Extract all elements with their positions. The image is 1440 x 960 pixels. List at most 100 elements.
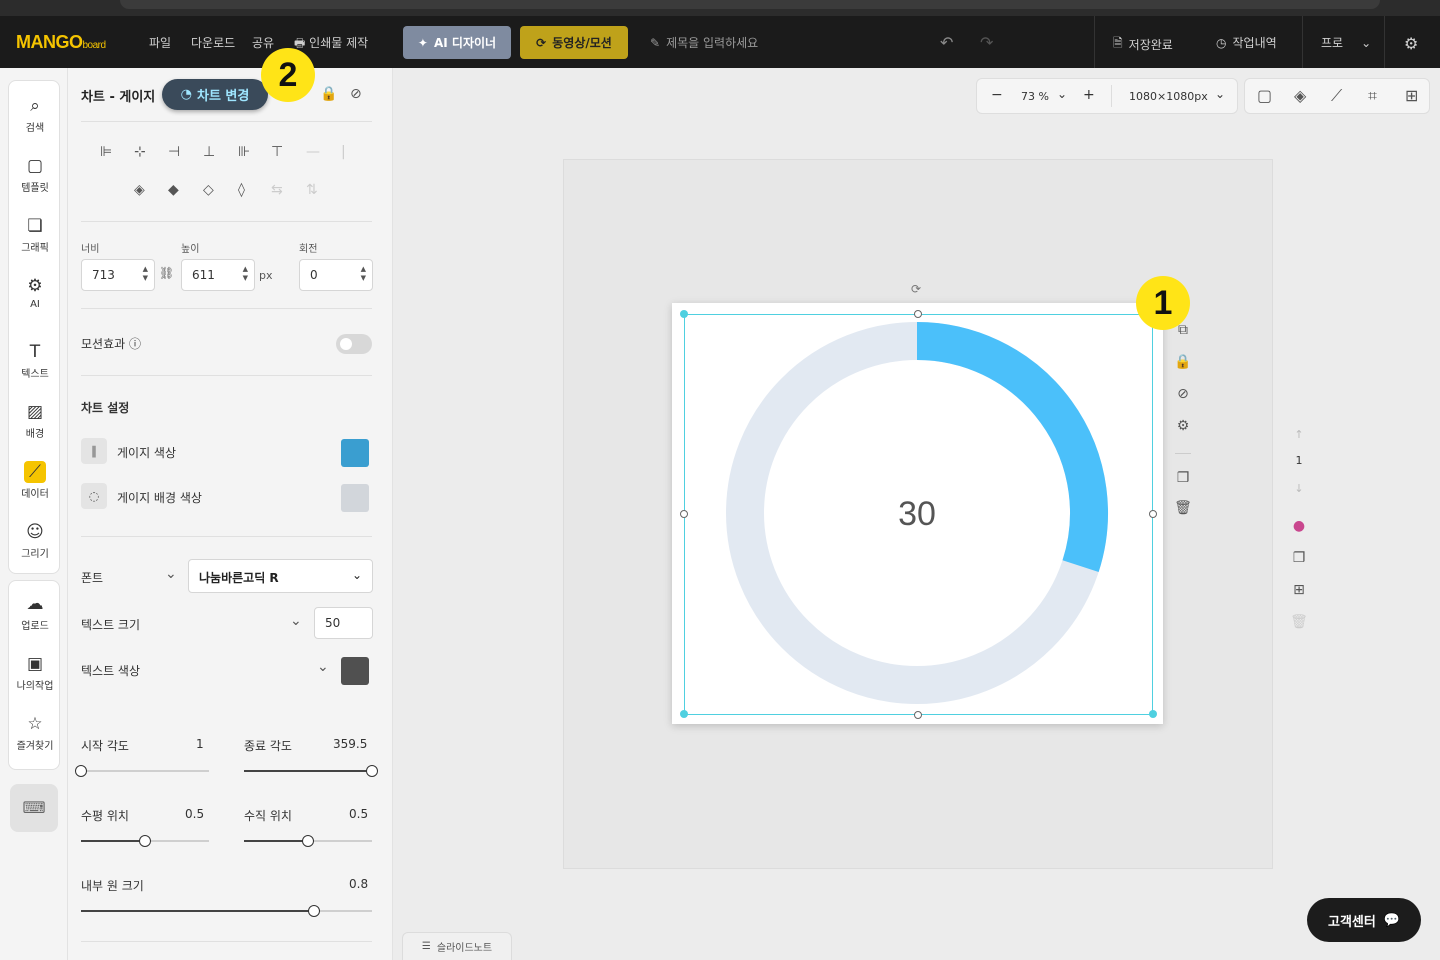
nav-upload[interactable]: ☁ 업로드 [9,583,61,639]
v-pos-slider[interactable] [244,835,372,847]
width-input[interactable]: 713 ▲ ▼ [81,259,155,291]
h-pos-slider[interactable] [81,835,209,847]
crop-icon[interactable]: ⌗ [1368,86,1377,106]
trash-icon[interactable]: 🗑 [1167,494,1199,522]
bring-forward-icon[interactable]: ◆ [168,182,179,198]
slider-knob[interactable] [302,835,314,847]
duplicate-page-icon[interactable]: ❐ [1283,550,1315,582]
gauge-bg-color-swatch[interactable] [341,484,369,512]
resize-handle-br[interactable] [1149,710,1157,718]
align-center-h-icon[interactable]: ⊹ [134,144,146,160]
resize-handle-right[interactable] [1149,510,1157,518]
change-chart-button[interactable]: ◔ 차트 변경 [162,79,268,110]
resize-handle-bl[interactable] [680,710,688,718]
inner-size-slider[interactable] [81,905,372,917]
bring-front-icon[interactable]: ◈ [134,182,145,198]
ruler-icon[interactable]: ⟋ [1331,86,1342,106]
send-back-icon[interactable]: ◊ [238,182,245,198]
rotate-handle-icon[interactable]: ⟳ [911,282,921,296]
text-color-swatch[interactable] [341,657,369,685]
slide-notes-tab[interactable]: ☰ 슬라이드노트 [402,932,512,960]
align-top-icon[interactable]: ⊤ [271,144,283,160]
nav-search[interactable]: ⌕ 검색 [9,85,61,141]
history-button[interactable]: ◷ 작업내역 [1216,34,1277,51]
rotation-input[interactable]: 0 ▲ ▼ [299,259,373,291]
align-right-icon[interactable]: ⊣ [168,144,180,160]
resize-handle-tl[interactable] [680,310,688,318]
layers-icon[interactable]: ◈ [1294,86,1306,105]
text-size-input[interactable]: 50 [314,607,373,639]
distribute-h-icon[interactable]: — [306,144,320,160]
delete-page-icon[interactable]: 🗑 [1283,614,1315,646]
selection-box[interactable] [684,314,1153,715]
slider-knob[interactable] [366,765,378,777]
stepper-icon[interactable]: ▲ ▼ [143,265,148,283]
zoom-out-icon[interactable]: − [991,87,1003,103]
chevron-down-icon[interactable]: ⌄ [290,613,302,629]
app-logo[interactable]: MANGOboard [16,32,106,53]
nav-background[interactable]: ▨ 배경 [9,391,61,447]
undo-icon[interactable]: ↶ [940,33,953,52]
settings-gear-icon[interactable]: ⚙ [1404,34,1418,53]
menu-file[interactable]: 파일 [149,34,171,51]
resize-handle-bottom[interactable] [914,711,922,719]
zoom-in-icon[interactable]: + [1083,87,1095,103]
flip-v-icon[interactable]: ⇅ [306,182,318,198]
menu-download[interactable]: 다운로드 [191,34,235,51]
font-select[interactable]: 나눔바른고딕 R ⌄ [188,559,373,593]
duplicate-icon[interactable]: ❐ [1167,462,1199,494]
nav-ai[interactable]: ⚙ AI [9,265,61,321]
flip-h-icon[interactable]: ⇆ [271,182,283,198]
plan-dropdown[interactable]: 프로 ⌄ [1321,34,1371,51]
ai-designer-button[interactable]: ✦ AI 디자이너 [403,26,511,59]
group-icon[interactable]: ⧉ [1167,314,1199,346]
send-backward-icon[interactable]: ◇ [203,182,214,198]
chevron-down-icon[interactable]: ⌄ [1215,87,1225,101]
stepper-icon[interactable]: ▲ ▼ [361,265,366,283]
title-input[interactable]: ✎ 제목을 입력하세요 [650,34,758,51]
slider-knob[interactable] [75,765,87,777]
height-input[interactable]: 611 ▲ ▼ [181,259,255,291]
align-middle-icon[interactable]: ⊪ [238,144,250,160]
nav-draw[interactable]: ☺ 그리기 [9,511,61,567]
motion-toggle[interactable] [336,334,372,354]
link-ratio-icon[interactable]: ⛓ [159,266,174,280]
resize-handle-top[interactable] [914,310,922,318]
gauge-color-swatch[interactable] [341,439,369,467]
nav-graphic[interactable]: ❏ 그래픽 [9,205,61,261]
add-page-icon[interactable]: ⊞ [1283,582,1315,614]
slider-knob[interactable] [139,835,151,847]
chevron-down-icon[interactable]: ⌄ [165,566,177,582]
menu-print[interactable]: 🖶 인쇄물 제작 [294,34,368,55]
page-size[interactable]: 1080×1080px [1129,90,1208,103]
help-icon[interactable]: ⓘ [129,337,141,351]
save-status[interactable]: 🗎 저장완료 [1113,34,1173,55]
lock-icon[interactable]: 🔒 [1167,346,1199,378]
end-angle-slider[interactable] [244,765,378,777]
sticker-icon[interactable]: ▢ [1257,86,1272,105]
color-palette-icon[interactable]: ● [1283,518,1315,550]
grid-icon[interactable]: ⊞ [1405,86,1418,105]
resize-handle-left[interactable] [680,510,688,518]
link-off-icon[interactable]: ⊘ [350,86,362,102]
chevron-down-icon[interactable]: ⌄ [1057,87,1067,101]
zoom-level[interactable]: 73 % [1021,90,1049,103]
page-number[interactable]: 1 [1283,454,1315,482]
nav-text[interactable]: T 텍스트 [9,331,61,387]
customer-center-button[interactable]: 고객센터 💬 [1307,898,1421,942]
gear-icon[interactable]: ⚙ [1167,410,1199,442]
lock-icon[interactable]: 🔒 [320,86,337,102]
video-motion-button[interactable]: ⟳ 동영상/모션 [520,26,628,59]
chevron-down-icon[interactable]: ⌄ [317,659,329,675]
nav-my-work[interactable]: ▣ 나의작업 [9,643,61,699]
start-angle-slider[interactable] [75,765,209,777]
page-up-icon[interactable]: ↑ [1283,428,1315,454]
align-bottom-icon[interactable]: ⊥ [203,144,215,160]
nav-data[interactable]: ⟋ 데이터 [9,451,61,507]
nav-favorites[interactable]: ☆ 즐겨찾기 [9,703,61,759]
align-left-icon[interactable]: ⊫ [100,144,112,160]
page-down-icon[interactable]: ↓ [1283,482,1315,495]
nav-template[interactable]: ▢ 템플릿 [9,145,61,201]
menu-share[interactable]: 공유 [252,34,274,51]
redo-icon[interactable]: ↷ [980,33,993,52]
